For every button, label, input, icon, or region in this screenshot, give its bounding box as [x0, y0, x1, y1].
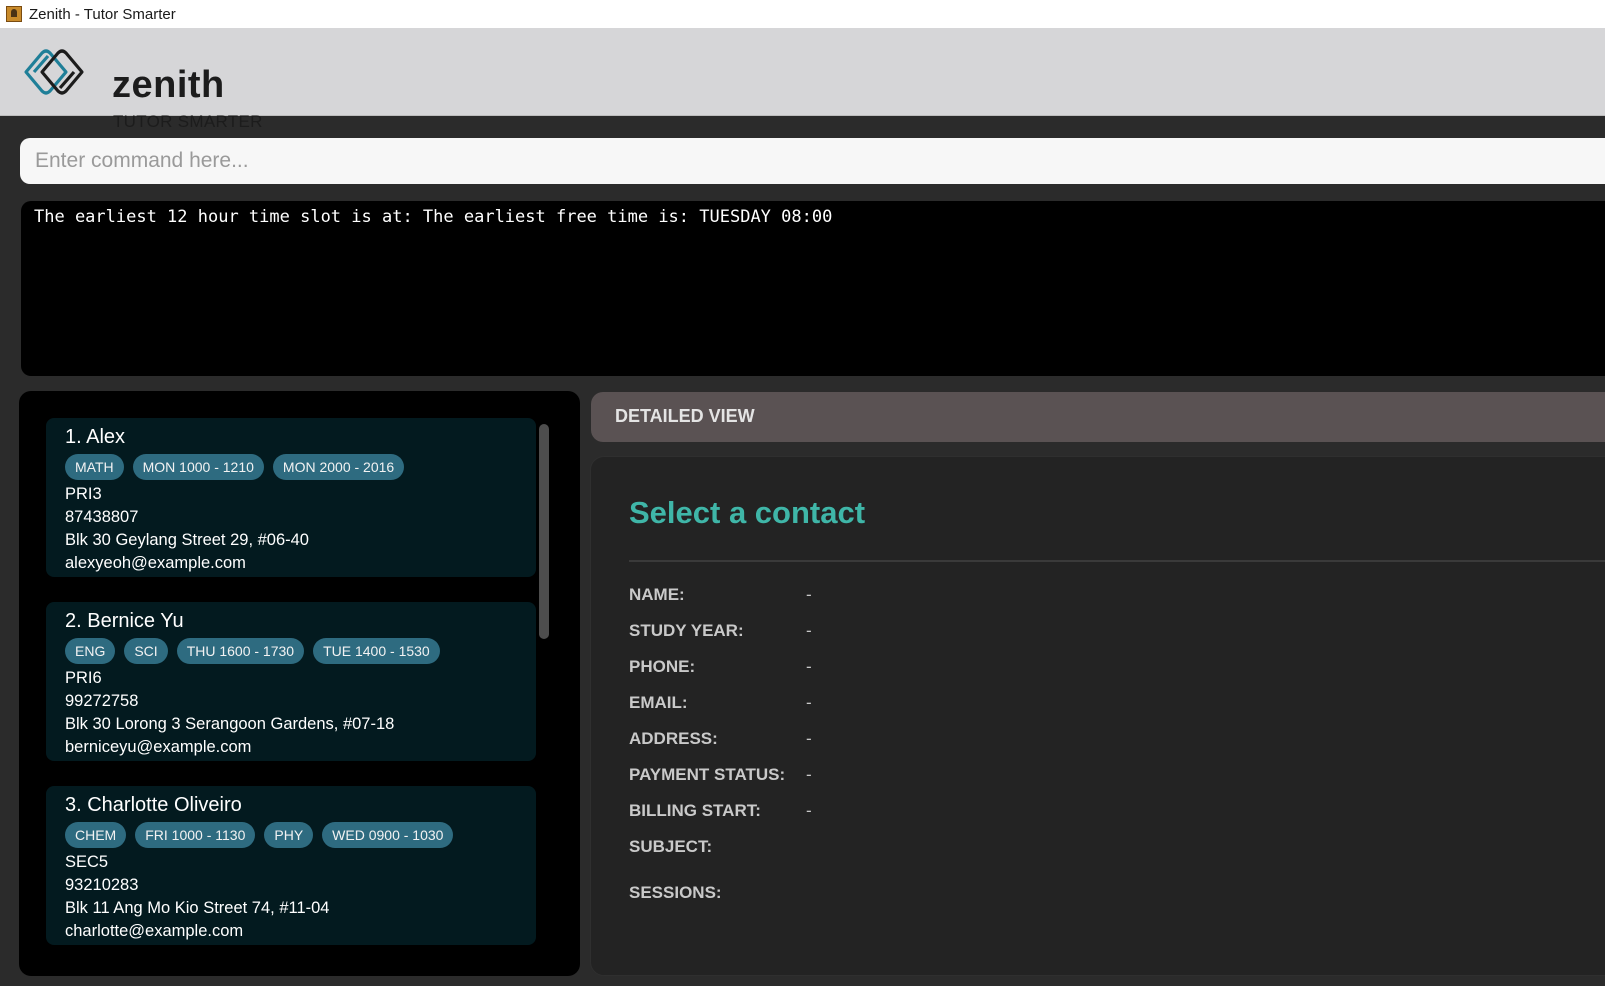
window-title: Zenith - Tutor Smarter: [29, 5, 176, 23]
tag: SCI: [124, 638, 168, 664]
tag: ENG: [65, 638, 116, 664]
field-label-subject: SUBJECT:: [629, 837, 713, 856]
contact-phone: 99272758: [65, 692, 139, 710]
brand-tagline: TUTOR SMARTER: [113, 112, 263, 131]
contact-name: 1. Alex: [65, 426, 126, 448]
field-value-name: -: [806, 585, 812, 604]
field-label-phone: PHONE:: [629, 657, 696, 676]
window-titlebar: Zenith - Tutor Smarter: [0, 0, 1605, 28]
app-header: zenith TUTOR SMARTER: [0, 28, 1605, 131]
detail-divider: [629, 560, 1605, 562]
tag: MON 1000 - 1210: [132, 454, 264, 480]
contact-card[interactable]: 2. Bernice Yu ENG SCI THU 1600 - 1730 TU…: [46, 602, 536, 761]
contact-name: 2. Bernice Yu: [65, 610, 184, 632]
contact-study-year: SEC5: [65, 853, 109, 871]
contact-address: Blk 30 Lorong 3 Serangoon Gardens, #07-1…: [65, 715, 395, 733]
app-icon: [6, 6, 22, 22]
field-value-study-year: -: [806, 621, 812, 640]
contact-card[interactable]: 3. Charlotte Oliveiro CHEM FRI 1000 - 11…: [46, 786, 536, 945]
detailed-view-panel: Select a contact NAME: - STUDY YEAR: - P…: [590, 456, 1605, 976]
tag: MON 2000 - 2016: [272, 454, 405, 480]
zenith-logo-icon: [24, 49, 84, 95]
field-value-address: -: [806, 729, 812, 748]
contact-address: Blk 30 Geylang Street 29, #06-40: [65, 531, 309, 549]
tag: FRI 1000 - 1130: [135, 822, 256, 848]
detail-title: Select a contact: [629, 495, 866, 530]
field-label-name: NAME:: [629, 585, 685, 604]
contact-phone: 87438807: [65, 508, 139, 526]
contact-email: berniceyu@example.com: [65, 738, 252, 756]
contact-tags: MATH MON 1000 - 1210 MON 2000 - 2016: [65, 454, 517, 480]
field-value-billing-start: -: [806, 801, 812, 820]
tag: CHEM: [65, 822, 127, 848]
contact-card[interactable]: 1. Alex MATH MON 1000 - 1210 MON 2000 - …: [46, 418, 536, 577]
tag: PHY: [264, 822, 314, 848]
field-value-phone: -: [806, 657, 812, 676]
contact-email: charlotte@example.com: [65, 922, 244, 940]
tag: TUE 1400 - 1530: [313, 638, 440, 664]
contact-tags: CHEM FRI 1000 - 1130 PHY WED 0900 - 1030: [65, 822, 517, 848]
field-label-study-year: STUDY YEAR:: [629, 621, 744, 640]
contact-phone: 93210283: [65, 876, 139, 894]
contact-study-year: PRI3: [65, 485, 102, 503]
contact-email: alexyeoh@example.com: [65, 554, 246, 572]
tag: MATH: [65, 454, 124, 480]
result-text: The earliest 12 hour time slot is at: Th…: [34, 207, 833, 227]
contact-tags: ENG SCI THU 1600 - 1730 TUE 1400 - 1530: [65, 638, 517, 664]
brand-name: zenith: [112, 64, 225, 106]
contact-study-year: PRI6: [65, 669, 102, 687]
list-scrollbar[interactable]: [539, 424, 549, 639]
command-input[interactable]: [20, 138, 1605, 184]
contact-name: 3. Charlotte Oliveiro: [65, 794, 242, 816]
field-value-email: -: [806, 693, 812, 712]
contact-list-panel[interactable]: 1. Alex MATH MON 1000 - 1210 MON 2000 - …: [19, 391, 580, 976]
tag: THU 1600 - 1730: [176, 638, 305, 664]
field-label-sessions: SESSIONS:: [629, 883, 722, 902]
detailed-view-header: DETAILED VIEW: [591, 392, 1605, 442]
field-label-billing-start: BILLING START:: [629, 801, 761, 820]
field-value-payment-status: -: [806, 765, 812, 784]
field-label-address: ADDRESS:: [629, 729, 718, 748]
tag: WED 0900 - 1030: [322, 822, 454, 848]
field-label-email: EMAIL:: [629, 693, 688, 712]
field-label-payment-status: PAYMENT STATUS:: [629, 765, 786, 784]
contact-address: Blk 11 Ang Mo Kio Street 74, #11-04: [65, 899, 330, 917]
result-display: The earliest 12 hour time slot is at: Th…: [21, 201, 1605, 376]
